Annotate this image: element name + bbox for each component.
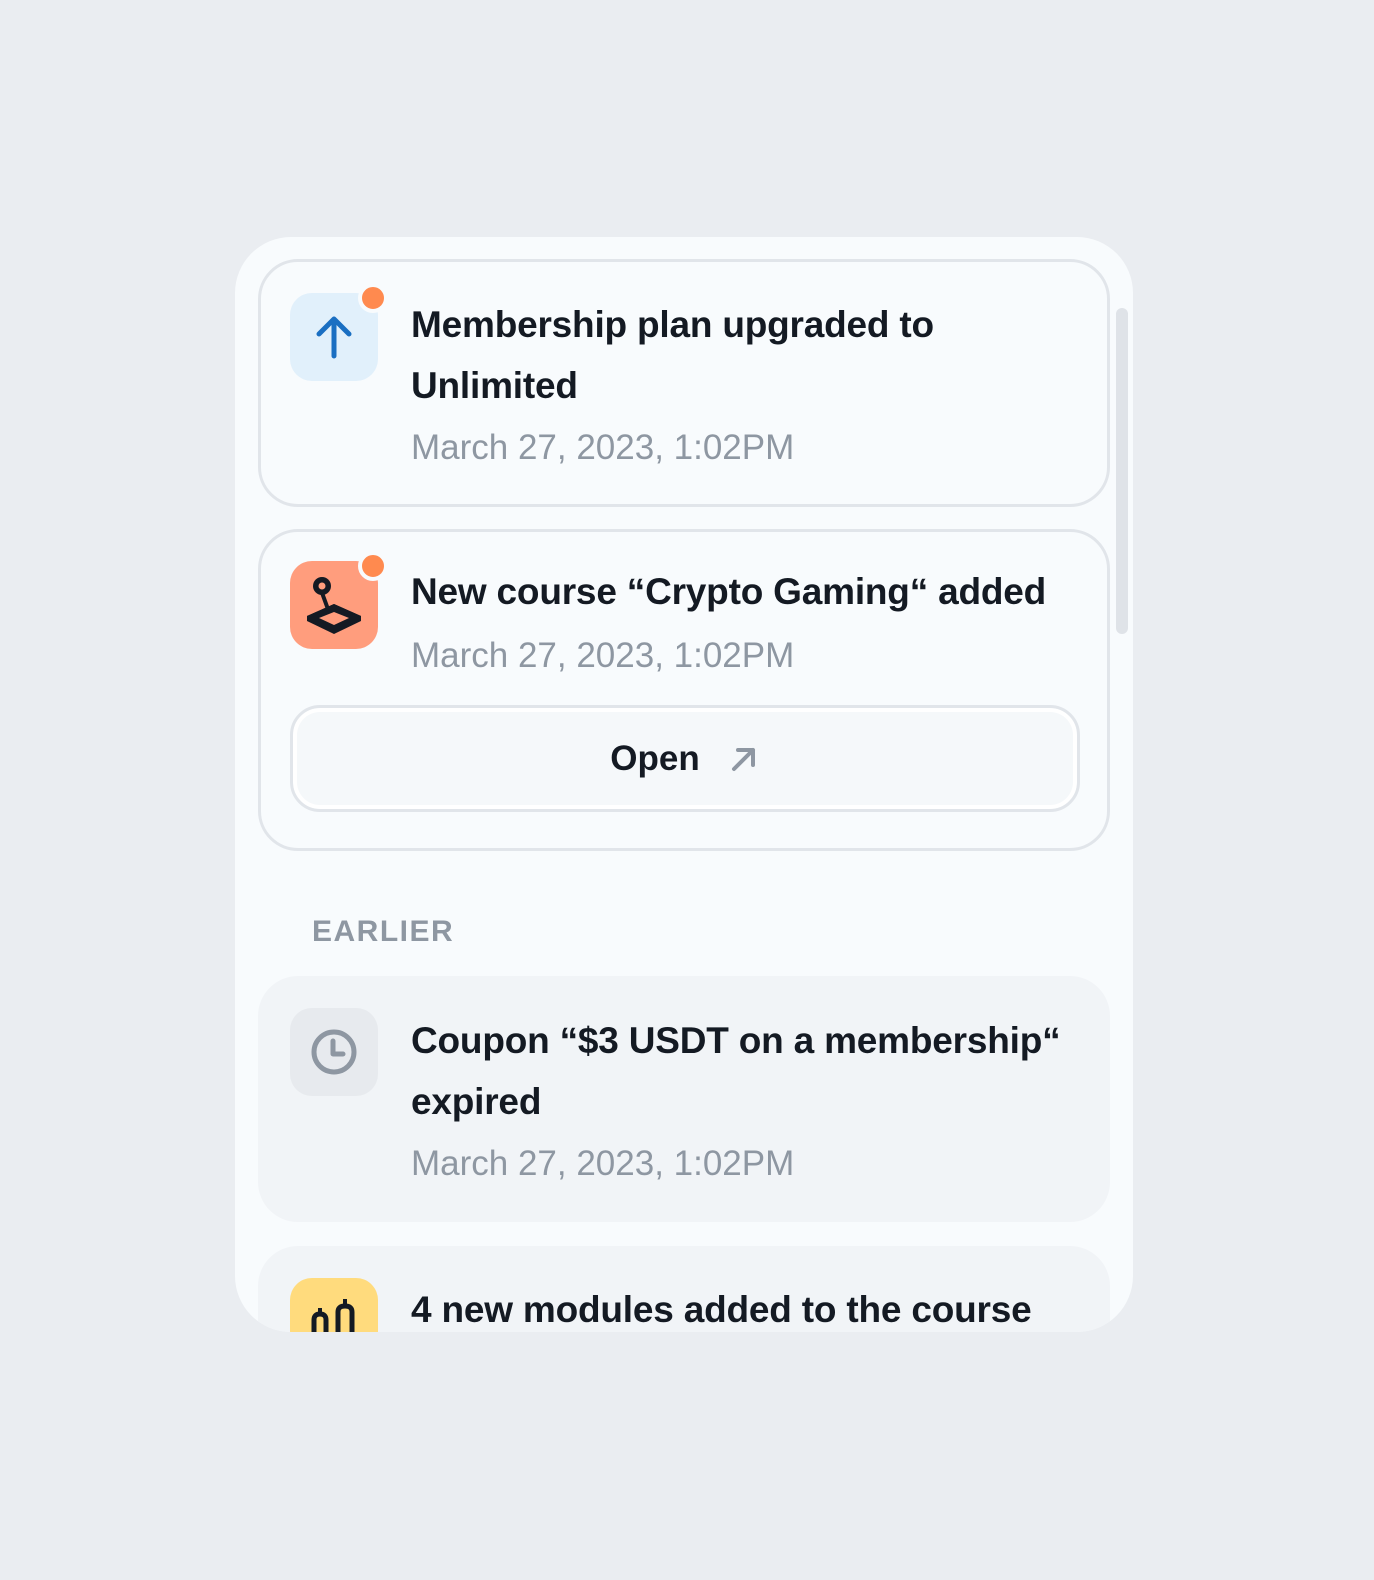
scrollbar[interactable] bbox=[1116, 308, 1128, 634]
notification-card[interactable]: 4 new modules added to the course bbox=[258, 1246, 1110, 1332]
notification-title: Membership plan upgraded to Unlimited bbox=[411, 304, 934, 406]
unread-dot bbox=[358, 283, 388, 313]
modules-icon bbox=[290, 1278, 378, 1332]
notification-title: New course “Crypto Gaming“ added bbox=[411, 571, 1047, 612]
arrow-up-icon bbox=[290, 283, 388, 381]
notifications-panel: Membership plan upgraded to Unlimited Ma… bbox=[235, 237, 1133, 1332]
notification-card[interactable]: Coupon “$3 USDT on a membership“ expired… bbox=[258, 976, 1110, 1222]
arrow-up-right-icon bbox=[731, 747, 755, 771]
unread-dot bbox=[358, 551, 388, 581]
notification-card[interactable]: Membership plan upgraded to Unlimited Ma… bbox=[258, 259, 1110, 507]
notification-time: March 27, 2023, 1:02PM bbox=[411, 428, 795, 467]
open-button-label: Open bbox=[610, 738, 700, 778]
notification-card[interactable]: New course “Crypto Gaming“ added March 2… bbox=[258, 529, 1110, 851]
notification-time: March 27, 2023, 1:02PM bbox=[411, 1144, 795, 1183]
joystick-icon bbox=[290, 551, 388, 649]
notification-title: 4 new modules added to the course bbox=[411, 1289, 1032, 1330]
clock-icon bbox=[290, 1008, 378, 1096]
open-button[interactable]: Open bbox=[290, 705, 1080, 812]
notification-time: March 27, 2023, 1:02PM bbox=[411, 636, 795, 675]
section-label-earlier: EARLIER bbox=[312, 915, 455, 948]
notification-title: Coupon “$3 USDT on a membership“ expired bbox=[411, 1020, 1061, 1122]
